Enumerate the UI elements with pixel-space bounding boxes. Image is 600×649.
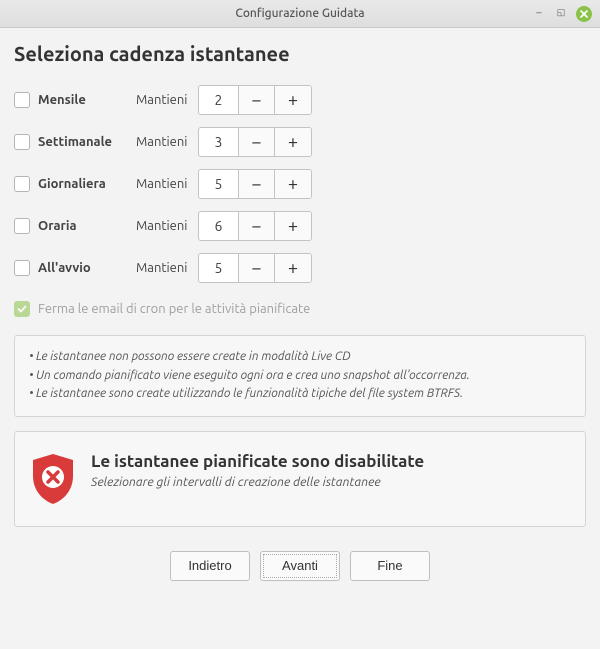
note-line: • Le istantanee non possono essere creat…: [29, 348, 571, 367]
spinner-decrement[interactable]: −: [239, 170, 275, 198]
spinner-value[interactable]: 3: [199, 128, 239, 156]
notes-panel: • Le istantanee non possono essere creat…: [14, 335, 586, 417]
spinner-decrement[interactable]: −: [239, 254, 275, 282]
checkbox-weekly[interactable]: [14, 134, 30, 150]
spinner-value[interactable]: 5: [199, 170, 239, 198]
next-button[interactable]: Avanti: [260, 551, 340, 581]
warning-text: Le istantanee pianificate sono disabilit…: [91, 452, 424, 489]
spinner-increment[interactable]: +: [275, 170, 311, 198]
spinner-decrement[interactable]: −: [239, 86, 275, 114]
spinner-increment[interactable]: +: [275, 128, 311, 156]
checkbox-hourly[interactable]: [14, 218, 30, 234]
warning-title: Le istantanee pianificate sono disabilit…: [91, 452, 424, 471]
note-line: • Le istantanee sono create utilizzando …: [29, 385, 571, 404]
shield-error-icon: [29, 452, 77, 506]
keep-spinner-monthly: 2 − +: [198, 85, 312, 115]
keep-label: Mantieni: [136, 93, 198, 107]
schedule-label: Mensile: [38, 93, 136, 107]
maximize-icon[interactable]: ◱: [554, 6, 568, 20]
keep-spinner-hourly: 6 − +: [198, 211, 312, 241]
keep-label: Mantieni: [136, 261, 198, 275]
page-heading: Seleziona cadenza istantanee: [14, 42, 586, 65]
spinner-decrement[interactable]: −: [239, 128, 275, 156]
spinner-value[interactable]: 6: [199, 212, 239, 240]
checkbox-monthly[interactable]: [14, 92, 30, 108]
keep-spinner-boot: 5 − +: [198, 253, 312, 283]
schedule-list: Mensile Mantieni 2 − + Settimanale Manti…: [14, 83, 586, 285]
schedule-label: All'avvio: [38, 261, 136, 275]
schedule-label: Settimanale: [38, 135, 136, 149]
checkbox-boot[interactable]: [14, 260, 30, 276]
keep-spinner-weekly: 3 − +: [198, 127, 312, 157]
spinner-value[interactable]: 2: [199, 86, 239, 114]
schedule-label: Giornaliera: [38, 177, 136, 191]
checkbox-stop-cron: [14, 301, 30, 317]
note-text: Un comando pianificato viene eseguito og…: [36, 369, 470, 382]
keep-label: Mantieni: [136, 135, 198, 149]
close-icon[interactable]: [576, 6, 592, 22]
note-text: Le istantanee sono create utilizzando le…: [36, 387, 463, 400]
stop-cron-row: Ferma le email di cron per le attività p…: [14, 301, 586, 317]
keep-label: Mantieni: [136, 219, 198, 233]
finish-button[interactable]: Fine: [350, 551, 430, 581]
back-button[interactable]: Indietro: [170, 551, 250, 581]
keep-spinner-daily: 5 − +: [198, 169, 312, 199]
window-title: Configurazione Guidata: [6, 7, 594, 20]
spinner-decrement[interactable]: −: [239, 212, 275, 240]
spinner-value[interactable]: 5: [199, 254, 239, 282]
schedule-row-hourly: Oraria Mantieni 6 − +: [14, 209, 586, 243]
note-text: Le istantanee non possono essere create …: [36, 350, 351, 363]
keep-label: Mantieni: [136, 177, 198, 191]
spinner-increment[interactable]: +: [275, 86, 311, 114]
spinner-increment[interactable]: +: [275, 254, 311, 282]
schedule-row-daily: Giornaliera Mantieni 5 − +: [14, 167, 586, 201]
note-line: • Un comando pianificato viene eseguito …: [29, 367, 571, 386]
stop-cron-label: Ferma le email di cron per le attività p…: [38, 302, 310, 316]
wizard-footer: Indietro Avanti Fine: [14, 541, 586, 581]
warning-panel: Le istantanee pianificate sono disabilit…: [14, 431, 586, 527]
window-controls: – ◱: [532, 6, 592, 22]
titlebar: Configurazione Guidata – ◱: [0, 0, 600, 28]
schedule-row-monthly: Mensile Mantieni 2 − +: [14, 83, 586, 117]
schedule-row-weekly: Settimanale Mantieni 3 − +: [14, 125, 586, 159]
checkbox-daily[interactable]: [14, 176, 30, 192]
spinner-increment[interactable]: +: [275, 212, 311, 240]
schedule-label: Oraria: [38, 219, 136, 233]
minimize-icon[interactable]: –: [532, 6, 546, 20]
schedule-row-boot: All'avvio Mantieni 5 − +: [14, 251, 586, 285]
page-body: Seleziona cadenza istantanee Mensile Man…: [0, 28, 600, 595]
warning-subtitle: Selezionare gli intervalli di creazione …: [91, 475, 424, 489]
